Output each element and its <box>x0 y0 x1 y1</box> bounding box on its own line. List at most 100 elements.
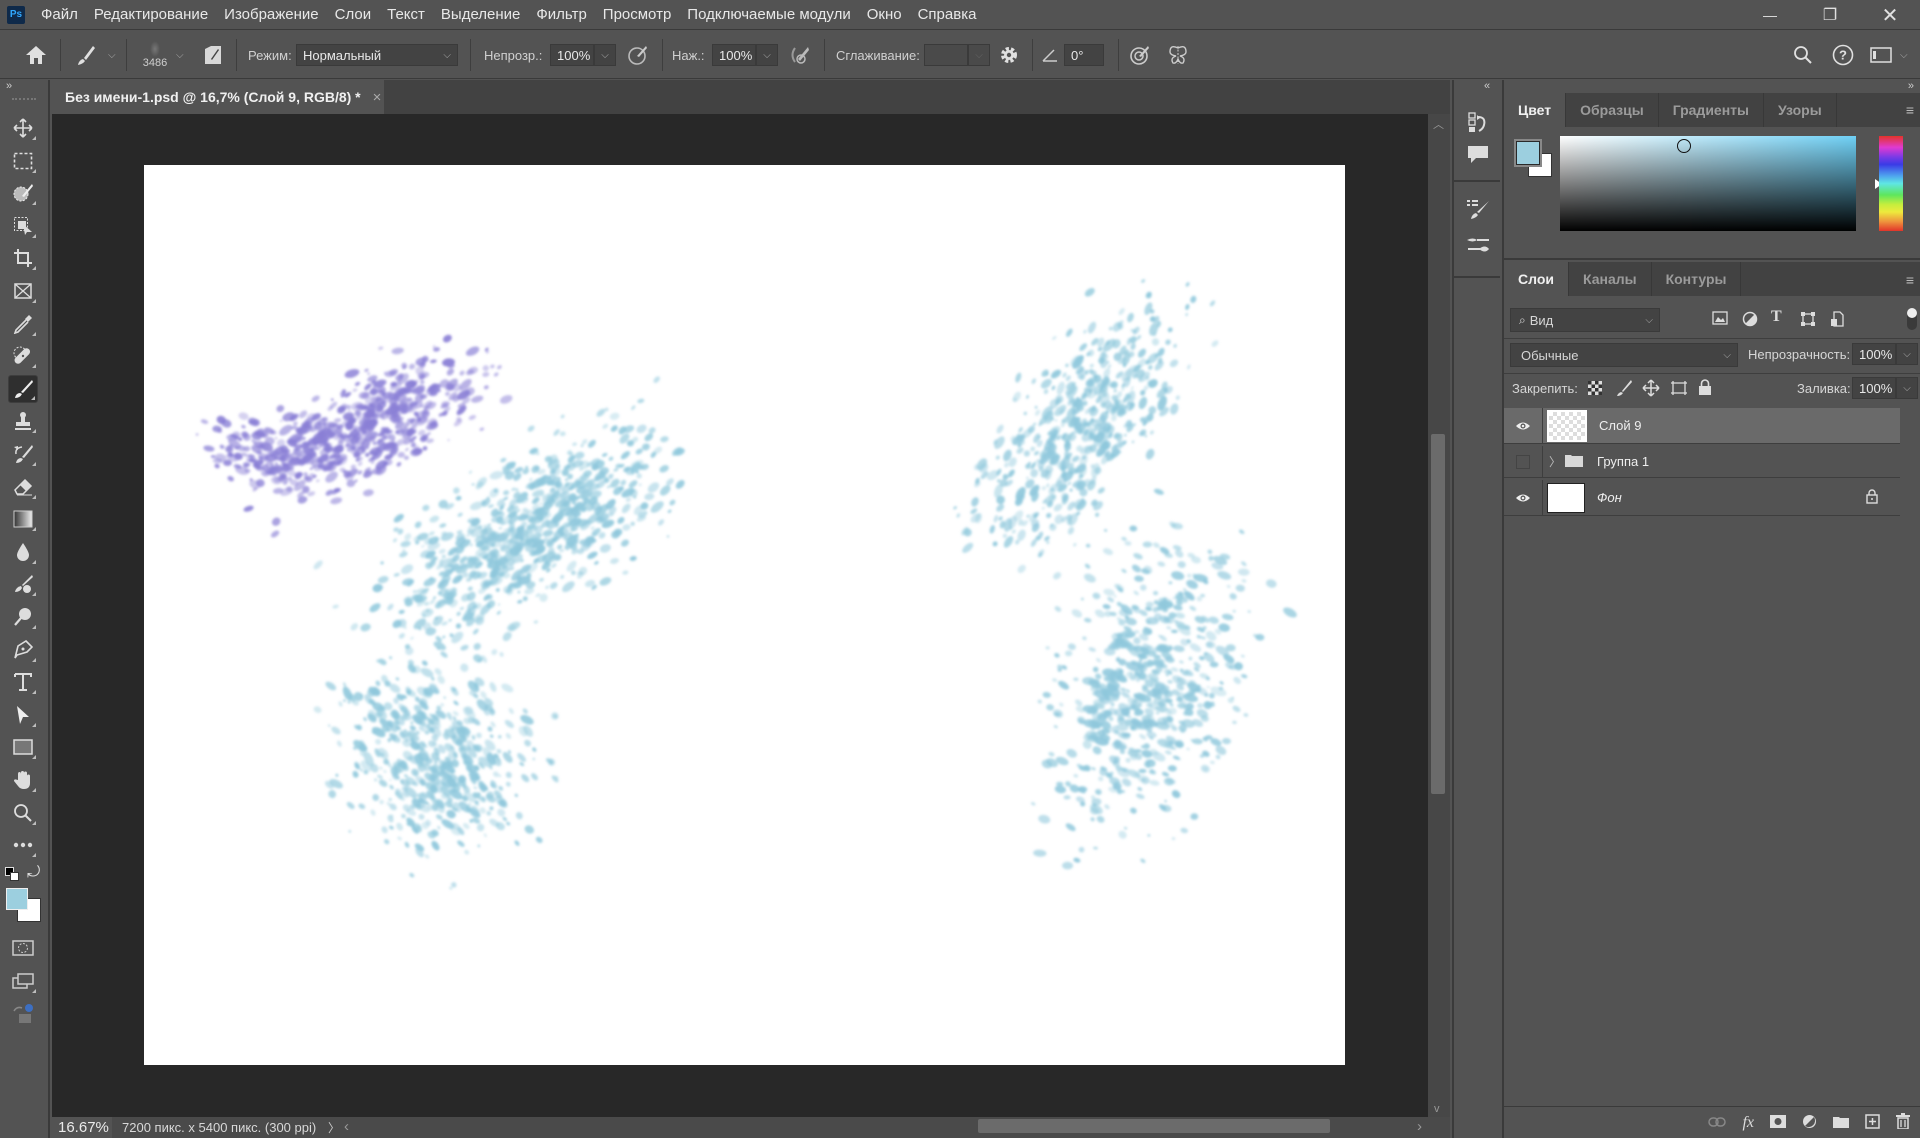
menu-6[interactable]: Фильтр <box>528 0 594 30</box>
selection-tool-icon[interactable] <box>8 212 38 240</box>
type-tool-icon[interactable] <box>8 668 38 696</box>
zoom-tool-icon[interactable] <box>8 799 38 827</box>
comments-icon[interactable] <box>1464 142 1492 166</box>
restore-button[interactable]: ❐ <box>1800 0 1860 30</box>
smoothing-settings-gear-icon[interactable] <box>998 31 1020 79</box>
scroll-left-icon[interactable]: ‹ <box>344 1118 349 1135</box>
vertical-scroll-thumb[interactable] <box>1431 434 1445 794</box>
document-tab[interactable]: Без имени-1.psd @ 16,7% (Слой 9, RGB/8) … <box>52 80 384 114</box>
screen-mode-icon[interactable] <box>8 967 38 995</box>
lock-position-icon[interactable] <box>1642 379 1660 397</box>
collapse-panels-button[interactable]: » <box>1908 80 1914 92</box>
more-tools-icon[interactable] <box>8 831 38 859</box>
swap-colors-icon[interactable]: ⤾ <box>27 864 40 882</box>
canvas[interactable] <box>144 165 1345 1065</box>
color-picker-cursor[interactable] <box>1677 139 1691 153</box>
color-tab-2[interactable]: Градиенты <box>1659 93 1764 127</box>
close-window-button[interactable]: ✕ <box>1860 0 1920 30</box>
layer-filter-select[interactable]: ⌕ Вид ⌵ <box>1510 308 1660 332</box>
layer-lock-icon[interactable] <box>1866 488 1878 507</box>
brushes-panel-icon[interactable] <box>1464 196 1492 222</box>
menu-2[interactable]: Изображение <box>216 0 327 30</box>
quick-mask-icon[interactable] <box>8 934 38 962</box>
collapse-toolbar-button[interactable]: » <box>6 80 12 92</box>
brush-preset-dropdown[interactable]: ⌵ <box>108 31 116 79</box>
hue-slider[interactable] <box>1879 136 1903 231</box>
blend-mode-select[interactable]: Нормальный ⌵ <box>296 44 458 66</box>
minimize-button[interactable]: — <box>1740 0 1800 30</box>
new-layer-icon[interactable] <box>1865 1113 1880 1132</box>
scroll-down-icon[interactable]: v <box>1434 1103 1440 1115</box>
add-mask-icon[interactable] <box>1770 1114 1786 1131</box>
filter-smart-object-icon[interactable] <box>1830 311 1844 327</box>
flow-dropdown[interactable]: ⌵ <box>756 44 778 66</box>
dodge-tool-icon[interactable] <box>8 570 38 598</box>
menu-7[interactable]: Просмотр <box>595 0 680 30</box>
color-panel-foreground-swatch[interactable] <box>1517 142 1539 164</box>
home-icon[interactable] <box>22 31 50 79</box>
layers-panel-menu-icon[interactable]: ≡ <box>1906 272 1914 288</box>
move-tool-icon[interactable] <box>8 114 38 142</box>
search-icon[interactable] <box>1790 31 1816 79</box>
brush-size-dropdown[interactable]: ⌵ <box>176 31 184 79</box>
layer-row[interactable]: Слой 9 <box>1504 408 1900 444</box>
color-tab-1[interactable]: Образцы <box>1566 93 1659 127</box>
fill-input[interactable]: 100% <box>1852 377 1896 399</box>
brush-preset-icon[interactable] <box>74 31 98 79</box>
edit-in-toolbar-icon[interactable] <box>8 1000 38 1028</box>
gradient-tool-icon[interactable] <box>8 505 38 533</box>
workspace-dropdown[interactable]: ⌵ <box>1900 31 1908 79</box>
horizontal-scrollbar[interactable]: ‹ › <box>338 1117 1430 1138</box>
visibility-eye-icon[interactable] <box>1504 493 1542 503</box>
layer-opacity-dropdown[interactable]: ⌵ <box>1896 343 1918 365</box>
menu-3[interactable]: Слои <box>327 0 379 30</box>
menu-10[interactable]: Справка <box>910 0 985 30</box>
eyedropper-tool-icon[interactable] <box>8 310 38 338</box>
expand-panels-button[interactable]: « <box>1484 80 1490 92</box>
fill-dropdown[interactable]: ⌵ <box>1896 377 1918 399</box>
brush-size-picker[interactable]: 3486 <box>138 31 172 79</box>
filter-adjustment-icon[interactable] <box>1742 311 1758 327</box>
layer-row[interactable]: Фон <box>1504 480 1900 516</box>
workspace-icon[interactable] <box>1868 31 1894 79</box>
opacity-dropdown[interactable]: ⌵ <box>594 44 616 66</box>
visibility-eye-icon[interactable] <box>1504 421 1542 431</box>
new-group-icon[interactable] <box>1833 1115 1849 1131</box>
healing-brush-tool-icon[interactable] <box>8 342 38 370</box>
link-layers-icon[interactable] <box>1708 1115 1727 1130</box>
brush-tool-icon[interactable] <box>8 374 38 403</box>
crop-tool-icon[interactable] <box>8 244 38 272</box>
photoshop-logo[interactable]: Ps <box>7 5 25 24</box>
brush-settings-panel-icon[interactable] <box>202 31 224 79</box>
blur-tool-icon[interactable] <box>8 538 38 566</box>
filter-shape-icon[interactable] <box>1800 311 1816 327</box>
airbrush-icon[interactable] <box>786 31 814 79</box>
opacity-input[interactable]: 100% <box>550 44 594 66</box>
smoothing-input[interactable] <box>924 44 968 66</box>
help-icon[interactable]: ? <box>1830 31 1856 79</box>
vertical-scrollbar[interactable]: ︿ v <box>1428 114 1450 1117</box>
lock-artboard-icon[interactable] <box>1670 380 1688 396</box>
color-field[interactable] <box>1560 136 1856 231</box>
path-selection-tool-icon[interactable] <box>8 701 38 729</box>
new-adjustment-layer-icon[interactable] <box>1802 1114 1817 1132</box>
hand-tool-icon[interactable] <box>8 766 38 794</box>
menu-4[interactable]: Текст <box>379 0 433 30</box>
close-document-icon[interactable]: × <box>373 89 382 106</box>
default-colors-icon[interactable] <box>5 867 19 881</box>
history-icon[interactable] <box>1464 110 1492 136</box>
toolbar-grip[interactable] <box>12 98 36 100</box>
lock-transparent-pixels-icon[interactable] <box>1588 381 1602 395</box>
layers-tab-0[interactable]: Слои <box>1504 262 1569 296</box>
color-tab-0[interactable]: Цвет <box>1504 93 1567 127</box>
color-panel-foreground-frame[interactable] <box>1514 139 1542 167</box>
clone-stamp-tool-icon[interactable] <box>8 407 38 435</box>
marquee-tool-icon[interactable] <box>8 147 38 175</box>
menu-8[interactable]: Подключаемые модули <box>679 0 858 30</box>
pressure-opacity-icon[interactable] <box>624 31 652 79</box>
lock-image-pixels-icon[interactable] <box>1616 379 1632 397</box>
menu-5[interactable]: Выделение <box>433 0 528 30</box>
rectangle-tool-icon[interactable] <box>8 733 38 761</box>
lock-all-icon[interactable] <box>1698 379 1712 396</box>
symmetry-butterfly-icon[interactable] <box>1164 31 1192 79</box>
